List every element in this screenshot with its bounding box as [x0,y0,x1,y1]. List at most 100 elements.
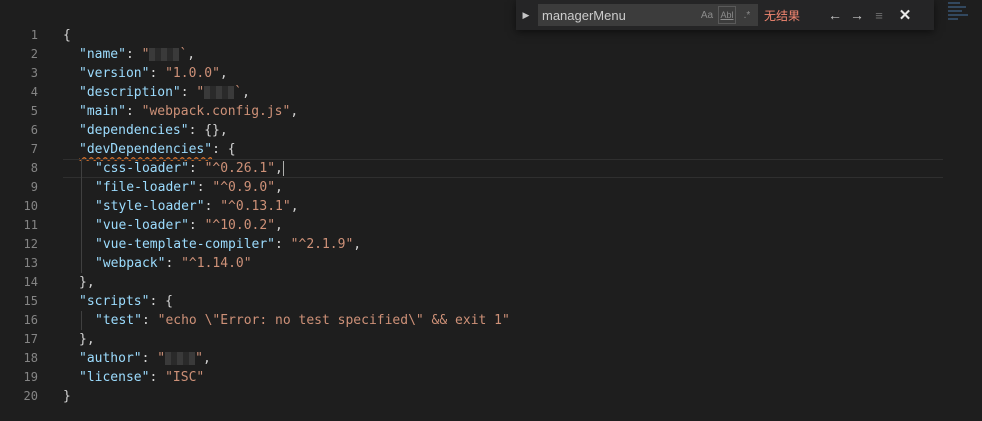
next-match-button[interactable]: → [846,4,868,26]
previous-match-button[interactable]: ← [824,4,846,26]
code-line[interactable]: "test": "echo \"Error: no test specified… [63,311,943,330]
code-line-content: "webpack": "^1.14.0" [63,256,252,271]
code-line-content: "version": "1.0.0", [63,66,228,81]
punctuation: : [125,47,142,62]
punctuation: , [187,47,196,62]
line-number: 4 [30,85,38,99]
code-line-content: "vue-template-compiler": "^2.1.9", [63,237,361,252]
line-number: 2 [30,47,38,61]
punctuation: : { [212,142,236,157]
line-number: 5 [30,104,38,118]
json-string: "1.0.0" [165,66,220,81]
punctuation: : [204,199,221,214]
code-line[interactable]: "webpack": "^1.14.0" [63,254,943,273]
regex-toggle[interactable]: .* [738,6,756,24]
code-area[interactable]: { "name": " `, "version": "1.0.0", "descript… [63,26,943,406]
find-input-container: Aa Abl .* [538,4,758,26]
json-string: "ISC" [165,370,205,385]
json-string: "^2.1.9" [290,237,354,252]
code-line[interactable]: "scripts": { [63,292,943,311]
punctuation: }, [79,275,95,290]
arrow-left-icon: ← [828,7,842,23]
json-string: " [157,351,166,366]
line-number: 19 [23,370,38,384]
code-line[interactable]: "file-loader": "^0.9.0", [63,178,943,197]
json-key: "css-loader" [95,161,189,176]
line-number: 12 [23,237,38,251]
json-key: "scripts" [79,294,150,309]
code-line-content: "main": "webpack.config.js", [63,104,298,119]
json-string: "^0.26.1" [204,161,276,176]
code-line-content: }, [63,332,95,347]
punctuation: , [202,351,211,366]
code-line[interactable]: "style-loader": "^0.13.1", [63,197,943,216]
code-line-content: "name": " `, [63,47,195,62]
code-line-content: "css-loader": "^0.26.1", [63,161,284,176]
json-string: ` [234,85,243,100]
code-line[interactable]: "main": "webpack.config.js", [63,102,943,121]
find-result-status: 无结果 [764,8,801,23]
punctuation: , [290,199,299,214]
json-key: "vue-loader" [95,218,189,233]
code-line-content: "test": "echo \"Error: no test specified… [63,313,510,328]
line-number: 14 [23,275,38,289]
punctuation: : [141,351,158,366]
code-line[interactable]: "version": "1.0.0", [63,64,943,83]
arrow-right-icon: → [850,7,864,23]
code-line[interactable]: }, [63,330,943,349]
punctuation: , [219,66,228,81]
punctuation: : [149,66,166,81]
code-line[interactable]: "devDependencies": { [63,140,943,159]
code-line[interactable]: "license": "ISC" [63,368,943,387]
redacted-text [204,86,235,99]
punctuation: : [188,161,205,176]
code-line[interactable]: "vue-loader": "^10.0.2", [63,216,943,235]
punctuation: { [63,28,71,43]
punctuation: , [353,237,362,252]
punctuation: : [125,104,142,119]
code-line[interactable]: "author": " ", [63,349,943,368]
find-in-selection-button[interactable]: ≡ [868,4,890,26]
code-line[interactable]: "description": " `, [63,83,943,102]
json-key: "dependencies" [79,123,189,138]
code-line[interactable]: "vue-template-compiler": "^2.1.9", [63,235,943,254]
code-line-content: "file-loader": "^0.9.0", [63,180,283,195]
punctuation: : [141,313,158,328]
find-input[interactable] [538,4,698,26]
code-line-content: "description": " `, [63,85,250,100]
code-line[interactable]: }, [63,273,943,292]
json-key: "description" [79,85,181,100]
redacted-text [149,48,180,61]
close-find-button[interactable]: ✕ [894,4,916,26]
whole-word-toggle[interactable]: Abl [718,6,736,24]
code-line[interactable]: } [63,387,943,406]
find-widget: ▶ Aa Abl .* 无结果 ← → ≡ ✕ [516,0,934,30]
toggle-replace-button[interactable]: ▶ [518,0,534,30]
punctuation: : {}, [188,123,228,138]
json-key: "test" [95,313,142,328]
punctuation: } [63,389,71,404]
code-line[interactable]: "dependencies": {}, [63,121,943,140]
code-line-content: { [63,28,71,43]
line-number: 11 [23,218,38,232]
text-cursor [282,161,284,176]
line-number: 20 [23,389,38,403]
code-line[interactable]: "name": " `, [63,45,943,64]
code-line-content: "style-loader": "^0.13.1", [63,199,299,214]
line-number: 3 [30,66,38,80]
punctuation: : [196,180,213,195]
json-string: "^1.14.0" [181,256,252,271]
minimap[interactable] [944,0,982,40]
punctuation: : [275,237,291,252]
line-number: 8 [30,161,38,175]
code-line[interactable]: "css-loader": "^0.26.1", [63,159,943,178]
json-string: "echo \"Error: no test specified\" && ex… [157,313,510,328]
json-key: "webpack" [95,256,166,271]
code-line-content: "scripts": { [63,294,173,309]
match-case-toggle[interactable]: Aa [698,6,716,24]
code-editor[interactable]: 1 2 3 4 5 6 7 8 9 10 11 12 13 14 15 16 17 18 19 20 {"name":… [0,0,982,421]
code-line-content: } [63,389,71,404]
code-line-content: "author": " ", [63,351,211,366]
json-key: "vue-template-compiler" [95,237,276,252]
json-key: "main" [79,104,126,119]
